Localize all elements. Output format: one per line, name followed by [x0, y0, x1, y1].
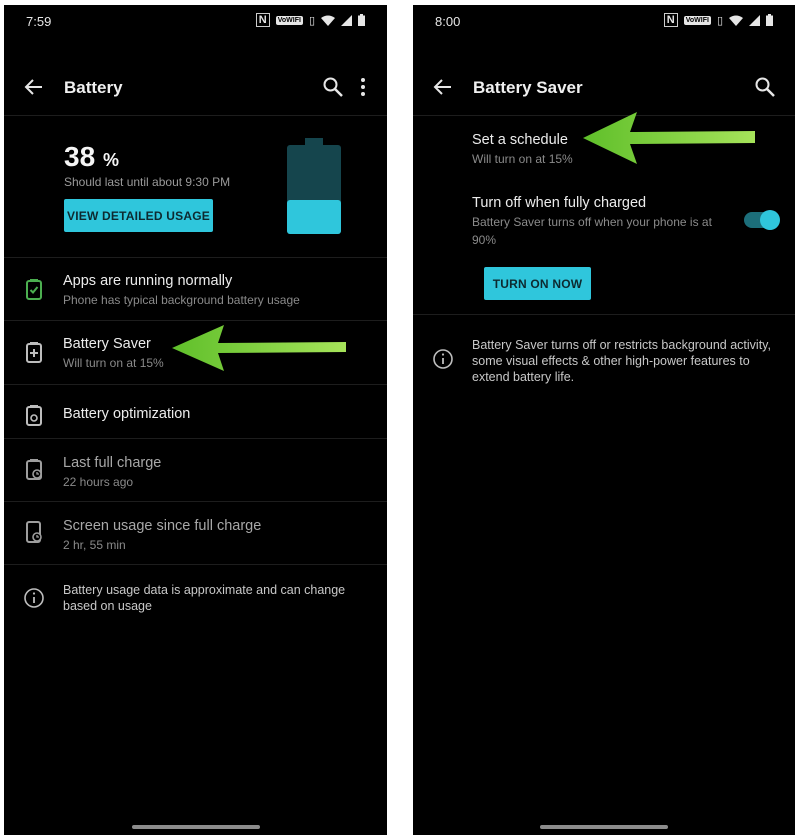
back-arrow-icon[interactable] — [22, 75, 46, 99]
item-subtitle: Will turn on at 15% — [63, 356, 164, 370]
item-title: Last full charge — [63, 455, 162, 471]
status-icons: N VoWIFI ▯ — [663, 13, 773, 27]
info-icon — [24, 588, 44, 608]
battery-estimate: Should last until about 9:30 PM — [64, 175, 231, 189]
item-subtitle: Battery Saver turns off when your phone … — [472, 215, 712, 247]
view-detailed-usage-button[interactable]: VIEW DETAILED USAGE — [64, 199, 213, 232]
status-bar: 7:59 N VoWIFI ▯ — [4, 5, 387, 39]
battery-check-icon — [26, 279, 42, 300]
wifi-icon — [729, 15, 743, 26]
item-subtitle: 2 hr, 55 min — [63, 538, 126, 552]
page-title: Battery — [64, 78, 123, 97]
toggle-knob — [760, 210, 780, 230]
status-bar: 8:00 N VoWIFI ▯ — [413, 5, 795, 39]
item-subtitle: 22 hours ago — [63, 475, 134, 489]
more-options-icon[interactable] — [351, 75, 375, 99]
vibrate-icon: ▯ — [716, 14, 723, 27]
turn-on-now-button[interactable]: TURN ON NOW — [484, 267, 591, 300]
divider — [4, 438, 387, 439]
item-title: Screen usage since full charge — [63, 518, 262, 534]
divider — [4, 115, 387, 116]
item-subtitle: Phone has typical background battery usa… — [63, 293, 300, 307]
search-icon[interactable] — [321, 75, 345, 99]
green-arrow-annotation — [172, 325, 346, 371]
battery-optimize-icon — [26, 405, 42, 426]
item-title: Apps are running normally — [63, 273, 233, 289]
nfc-icon: N — [255, 13, 270, 27]
divider — [4, 564, 387, 565]
vowifi-icon: VoWIFI — [683, 15, 711, 25]
phone-usage-icon — [26, 521, 42, 543]
battery-status-icon — [766, 14, 773, 26]
wifi-icon — [321, 15, 335, 26]
item-title: Turn off when fully charged — [472, 195, 647, 211]
status-icons: N VoWIFI ▯ — [255, 13, 365, 27]
divider — [4, 257, 387, 258]
vibrate-icon: ▯ — [308, 14, 315, 27]
battery-clock-icon — [26, 459, 42, 480]
vowifi-icon: VoWIFI — [275, 15, 303, 25]
battery-status-icon — [358, 14, 365, 26]
battery-plus-icon — [26, 342, 42, 363]
divider — [413, 314, 795, 315]
gesture-bar[interactable] — [540, 825, 668, 829]
signal-icon — [749, 14, 760, 26]
green-arrow-annotation — [583, 112, 755, 164]
divider — [4, 501, 387, 502]
page-title: Battery Saver — [473, 78, 583, 97]
signal-icon — [341, 14, 352, 26]
battery-percentage: 38 % — [64, 141, 119, 172]
nfc-icon: N — [663, 13, 678, 27]
gesture-bar[interactable] — [131, 825, 260, 829]
search-icon[interactable] — [753, 75, 777, 99]
item-title: Battery optimization — [63, 406, 191, 422]
info-icon — [433, 349, 453, 369]
status-time: 7:59 — [26, 14, 52, 29]
battery-saver-info-text: Battery Saver turns off or restricts bac… — [472, 338, 771, 384]
status-time: 8:00 — [435, 14, 461, 29]
item-subtitle: Will turn on at 15% — [472, 152, 573, 166]
toolbar: Battery Saver — [413, 63, 795, 113]
battery-info-text: Battery usage data is approximate and ca… — [63, 583, 346, 613]
item-title: Set a schedule — [472, 132, 568, 148]
back-arrow-icon[interactable] — [431, 75, 455, 99]
battery-level-icon — [287, 138, 341, 234]
fully-charged-toggle[interactable] — [744, 210, 780, 230]
divider — [4, 384, 387, 385]
battery-screen: 7:59 N VoWIFI ▯ Battery 38 % Should last… — [4, 5, 387, 835]
item-title: Battery Saver — [63, 336, 151, 352]
battery-saver-screen: 8:00 N VoWIFI ▯ Battery Saver Set a sche… — [413, 5, 795, 835]
toolbar: Battery — [4, 63, 387, 113]
divider — [4, 320, 387, 321]
